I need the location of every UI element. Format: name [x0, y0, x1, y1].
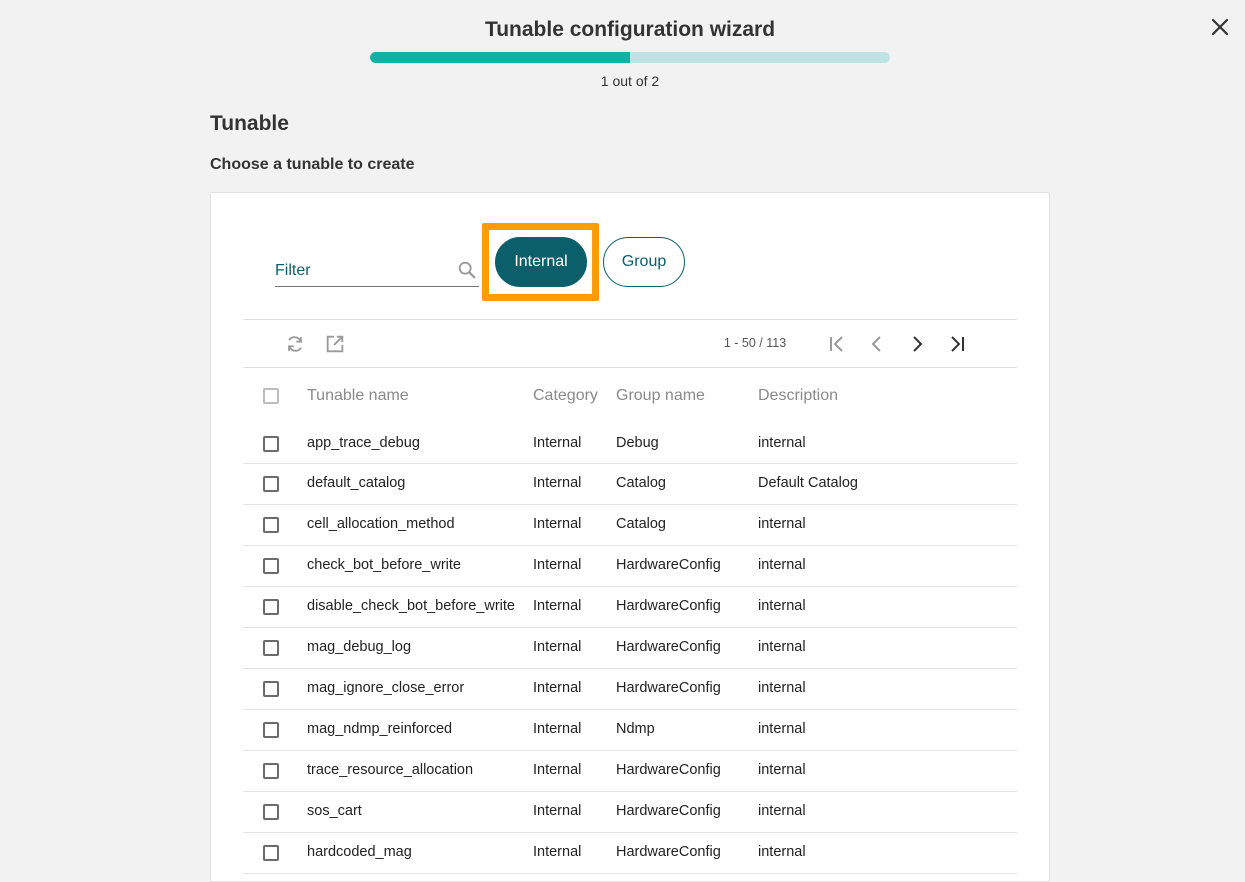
row-checkbox[interactable] — [263, 436, 279, 452]
group-name-cell: HardwareConfig — [616, 803, 721, 819]
tunable-name-cell: cell_allocation_method — [307, 516, 455, 532]
category-cell: Internal — [533, 844, 582, 860]
row-checkbox[interactable] — [263, 558, 279, 574]
table-row[interactable]: app_trace_debug Internal Debug internal — [243, 424, 1017, 464]
category-cell: Internal — [533, 435, 582, 451]
group-name-cell: Catalog — [616, 475, 666, 491]
pagination-range: 1 - 50 / 113 — [723, 336, 787, 350]
group-name-cell: HardwareConfig — [616, 680, 721, 696]
category-cell: Internal — [533, 516, 582, 532]
table-header: Tunable name Category Group name Descrip… — [243, 368, 1017, 424]
group-name-cell: Debug — [616, 435, 659, 451]
tunable-name-cell: check_bot_before_write — [307, 557, 461, 573]
open-in-new-icon[interactable] — [324, 333, 346, 355]
description-cell: internal — [758, 762, 806, 778]
group-name-cell: HardwareConfig — [616, 844, 721, 860]
table-row[interactable]: check_bot_before_write Internal HardwareCo… — [243, 546, 1017, 587]
description-cell: internal — [758, 721, 806, 737]
description-cell: internal — [758, 598, 806, 614]
wizard-progress-bar — [370, 52, 890, 63]
refresh-icon[interactable] — [284, 333, 306, 355]
column-header-name[interactable]: Tunable name — [307, 387, 409, 405]
wizard-title: Tunable configuration wizard — [484, 18, 776, 41]
divider — [243, 319, 1017, 320]
chevron-left-icon[interactable] — [865, 332, 889, 356]
section-subtitle: Choose a tunable to create — [210, 156, 415, 173]
description-cell: internal — [758, 435, 806, 451]
group-name-cell: HardwareConfig — [616, 639, 721, 655]
description-cell: Default Catalog — [758, 475, 858, 491]
category-cell: Internal — [533, 680, 582, 696]
tunable-name-cell: app_trace_debug — [307, 435, 420, 451]
select-all-checkbox[interactable] — [263, 388, 279, 404]
tunable-name-cell: default_catalog — [307, 475, 406, 491]
section-title: Tunable — [210, 112, 289, 135]
table-row[interactable]: mag_ndmp_reinforced Internal Ndmp internal — [243, 710, 1017, 751]
category-cell: Internal — [533, 639, 582, 655]
column-header-description[interactable]: Description — [758, 387, 838, 405]
row-checkbox[interactable] — [263, 640, 279, 656]
table-row[interactable]: disable_check_bot_before_write Internal Ha… — [243, 587, 1017, 628]
search-icon[interactable] — [456, 259, 478, 281]
row-checkbox[interactable] — [263, 681, 279, 697]
group-name-cell: HardwareConfig — [616, 598, 721, 614]
row-checkbox[interactable] — [263, 517, 279, 533]
category-cell: Internal — [533, 557, 582, 573]
column-header-category[interactable]: Category — [533, 387, 598, 405]
description-cell: internal — [758, 516, 806, 532]
step-indicator: 1 out of 2 — [600, 73, 660, 89]
row-checkbox[interactable] — [263, 845, 279, 861]
filter-field — [275, 254, 479, 287]
tunable-name-cell: disable_check_bot_before_write — [307, 598, 515, 614]
last-page-icon[interactable] — [945, 332, 969, 356]
table-body: app_trace_debug Internal Debug internal defa… — [243, 424, 1017, 874]
table-row[interactable]: mag_debug_log Internal HardwareConfig inter… — [243, 628, 1017, 669]
category-cell: Internal — [533, 721, 582, 737]
description-cell: internal — [758, 803, 806, 819]
column-header-group[interactable]: Group name — [616, 387, 705, 405]
row-checkbox[interactable] — [263, 476, 279, 492]
category-cell: Internal — [533, 803, 582, 819]
description-cell: internal — [758, 557, 806, 573]
filter-input[interactable] — [275, 258, 450, 284]
table-row[interactable]: trace_resource_allocation Internal Hardwar… — [243, 751, 1017, 792]
tunable-name-cell: hardcoded_mag — [307, 844, 412, 860]
tunable-name-cell: mag_ignore_close_error — [307, 680, 465, 696]
row-checkbox[interactable] — [263, 722, 279, 738]
table-row[interactable]: cell_allocation_method Internal Catalog int… — [243, 505, 1017, 546]
tunable-name-cell: mag_debug_log — [307, 639, 412, 655]
table-row[interactable]: hardcoded_mag Internal HardwareConfig inter… — [243, 833, 1017, 874]
category-cell: Internal — [533, 598, 582, 614]
description-cell: internal — [758, 844, 806, 860]
table-row[interactable]: sos_cart Internal HardwareConfig internal — [243, 792, 1017, 833]
chevron-right-icon[interactable] — [905, 332, 929, 356]
group-name-cell: Catalog — [616, 516, 666, 532]
row-checkbox[interactable] — [263, 804, 279, 820]
group-name-cell: HardwareConfig — [616, 557, 721, 573]
internal-filter-chip[interactable]: Internal — [495, 237, 587, 287]
category-cell: Internal — [533, 475, 582, 491]
tunable-name-cell: trace_resource_allocation — [307, 762, 474, 778]
group-name-cell: Ndmp — [616, 721, 655, 737]
tunable-name-cell: sos_cart — [307, 803, 362, 819]
table-row[interactable]: mag_ignore_close_error Internal HardwareCo… — [243, 669, 1017, 710]
row-checkbox[interactable] — [263, 763, 279, 779]
tunables-table: Tunable name Category Group name Descrip… — [243, 368, 1017, 874]
wizard-progress-fill — [370, 52, 630, 63]
group-filter-chip[interactable]: Group — [603, 237, 685, 287]
close-button[interactable] — [1206, 13, 1234, 41]
first-page-icon[interactable] — [825, 332, 849, 356]
table-row[interactable]: default_catalog Internal Catalog Default Ca… — [243, 464, 1017, 505]
tunable-name-cell: mag_ndmp_reinforced — [307, 721, 453, 737]
close-icon — [1211, 18, 1229, 36]
description-cell: internal — [758, 680, 806, 696]
row-checkbox[interactable] — [263, 599, 279, 615]
group-name-cell: HardwareConfig — [616, 762, 721, 778]
description-cell: internal — [758, 639, 806, 655]
category-cell: Internal — [533, 762, 582, 778]
